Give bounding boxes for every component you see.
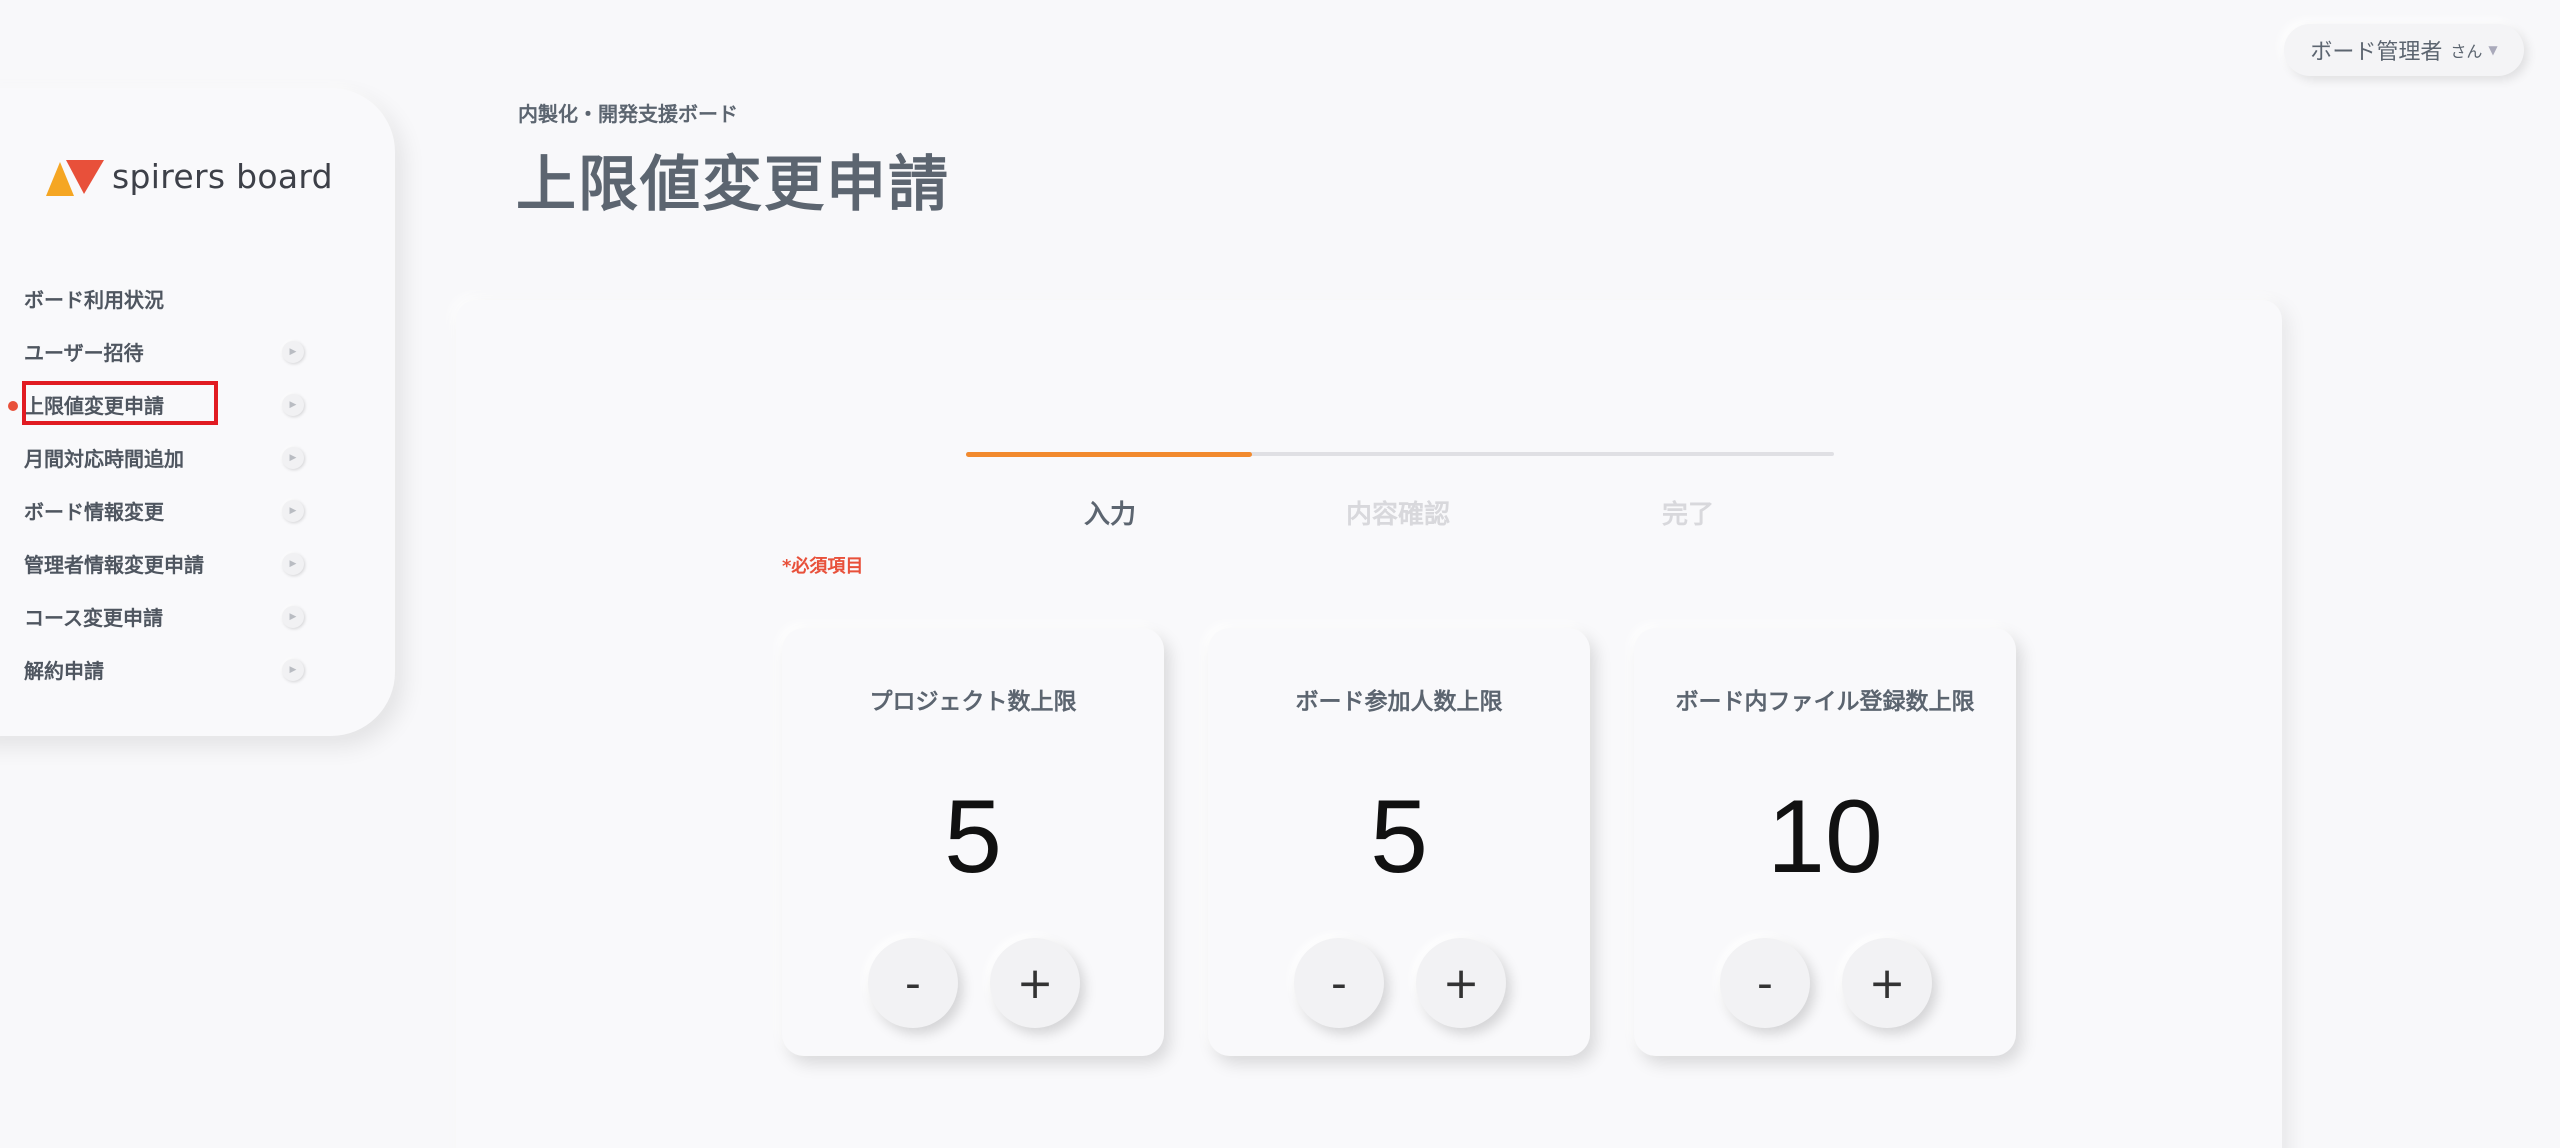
card-value: 10 [1767,779,1883,895]
sidebar-item-label: 月間対応時間追加 [24,447,184,471]
logo-icon [46,160,104,196]
card-title: ボード内ファイル登録数上限 [1675,689,1975,715]
limit-card-files: ボード内ファイル登録数上限 10 - + [1634,628,2016,1056]
user-menu[interactable]: ボード管理者 さん ▼ [2284,24,2524,76]
chevron-down-icon: ▼ [2488,43,2498,57]
decrement-button[interactable]: - [868,938,958,1028]
sidebar-item-label: ボード情報変更 [24,500,164,524]
card-value: 5 [1370,779,1428,895]
required-note: *必須項目 [782,556,864,577]
increment-button[interactable]: + [1416,938,1506,1028]
play-arrow-icon: ▶ [282,394,304,416]
sidebar-item-admin-info[interactable]: 管理者情報変更申請 ▶ [0,537,395,590]
sidebar-item-user-invite[interactable]: ユーザー招待 ▶ [0,325,395,378]
step-complete: 完了 [1661,500,1714,530]
highlight-box [22,381,218,425]
page-title: 上限値変更申請 [516,150,950,220]
sidebar-item-label: ユーザー招待 [24,341,144,365]
step-input: 入力 [1083,500,1136,530]
logo[interactable]: spirers board [46,156,333,196]
increment-button[interactable]: + [1842,938,1932,1028]
play-arrow-icon: ▶ [282,659,304,681]
card-value: 5 [944,779,1002,895]
logo-text: spirers board [112,156,333,196]
sidebar-item-monthly-hours[interactable]: 月間対応時間追加 ▶ [0,431,395,484]
decrement-button[interactable]: - [1294,938,1384,1028]
step-confirm: 内容確認 [1345,500,1450,530]
sidebar-item-limit-change[interactable]: 上限値変更申請 ▶ [0,378,395,431]
active-dot-icon [8,401,18,411]
card-title: ボード参加人数上限 [1295,689,1503,715]
sidebar-item-board-usage[interactable]: ボード利用状況 [0,272,395,325]
breadcrumb: 内製化・開発支援ボード [518,102,738,126]
sidebar-item-label: 解約申請 [24,659,104,683]
sidebar-item-label: コース変更申請 [24,606,163,630]
sidebar-item-board-info[interactable]: ボード情報変更 ▶ [0,484,395,537]
card-title: プロジェクト数上限 [869,689,1077,715]
sidebar-item-cancellation[interactable]: 解約申請 ▶ [0,643,395,696]
play-arrow-icon: ▶ [282,341,304,363]
progress-fill [966,452,1253,457]
user-suffix: さん [2450,42,2483,61]
play-arrow-icon: ▶ [282,500,304,522]
limit-card-members: ボード参加人数上限 5 - + [1208,628,1590,1056]
increment-button[interactable]: + [990,938,1080,1028]
play-arrow-icon: ▶ [282,447,304,469]
sidebar-item-course-change[interactable]: コース変更申請 ▶ [0,590,395,643]
page: ボード管理者 さん ▼ spirers board ボード利用状況 ユーザー招待… [0,0,2560,1148]
sidebar-item-label: ボード利用状況 [24,288,164,312]
sidebar: spirers board ボード利用状況 ユーザー招待 ▶ 上限値変更申請 ▶… [0,88,395,736]
sidebar-item-label: 管理者情報変更申請 [24,553,204,577]
play-arrow-icon: ▶ [282,553,304,575]
limit-card-projects: プロジェクト数上限 5 - + [782,628,1164,1056]
user-name: ボード管理者 [2310,40,2443,65]
play-arrow-icon: ▶ [282,606,304,628]
decrement-button[interactable]: - [1720,938,1810,1028]
sidebar-nav: ボード利用状況 ユーザー招待 ▶ 上限値変更申請 ▶ 月間対応時間追加 ▶ ボー… [0,272,395,696]
